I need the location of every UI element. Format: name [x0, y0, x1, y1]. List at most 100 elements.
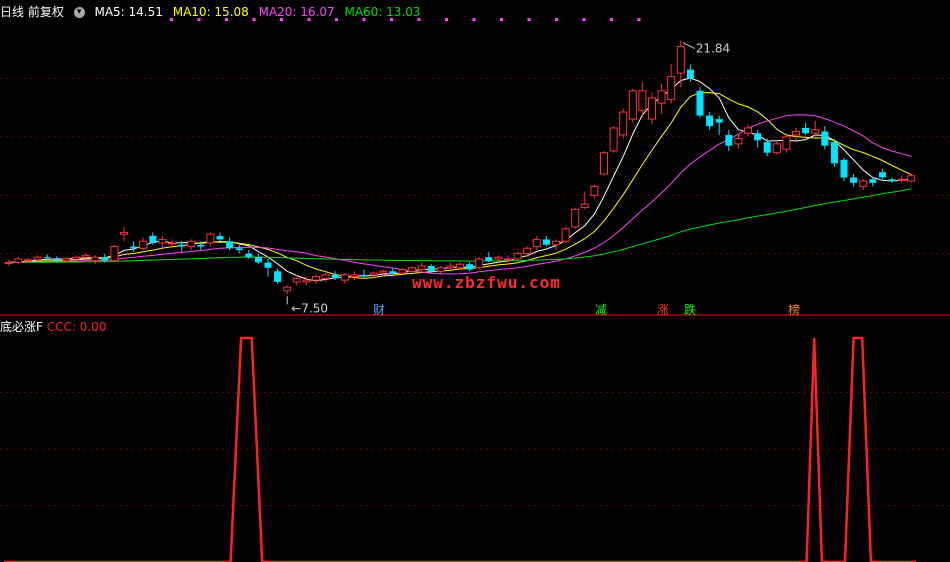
candle-body [494, 256, 503, 260]
candle-body [168, 242, 176, 245]
chevron-down-icon[interactable]: ▾ [73, 7, 85, 18]
high-annotation-label: 21.84 [696, 42, 730, 56]
candle-body [158, 238, 167, 244]
ma5-label: MA5: 14.51 [94, 5, 163, 19]
candle-body [456, 263, 464, 269]
candle-body [120, 231, 128, 235]
candle-body [600, 152, 608, 175]
candle-body [590, 185, 599, 196]
candle-body [744, 127, 752, 134]
candle-body [91, 256, 100, 262]
candle-body [840, 159, 848, 178]
candle-body [226, 241, 234, 249]
candle-body [81, 254, 90, 258]
candle-body [888, 179, 896, 182]
candle-body [101, 257, 109, 261]
indicator-header: 底必涨F CCC: 0.00 [0, 318, 106, 335]
candle-body [811, 129, 820, 134]
top-marker-dot [472, 18, 476, 21]
period-label[interactable]: 日线 前复权 [0, 5, 64, 19]
candle-body [821, 131, 829, 146]
top-marker-dot [582, 18, 586, 21]
candle-body [850, 177, 858, 183]
candle-body [552, 240, 560, 246]
candle-body [869, 179, 877, 183]
top-marker-dot [637, 18, 641, 21]
candle-body [734, 138, 743, 145]
candle-body [197, 244, 205, 247]
candle-body [696, 90, 704, 116]
candle-body [532, 238, 541, 248]
candle-body [245, 253, 253, 258]
candle-body [312, 276, 320, 281]
candle-body [763, 142, 771, 153]
candle-body [360, 274, 368, 277]
candle-body [676, 46, 685, 74]
candle-body [389, 271, 397, 274]
event-marker-finance[interactable]: 财 [371, 301, 387, 318]
candle-body [379, 270, 388, 274]
candle-body [475, 258, 484, 269]
main-chart-header: 日线 前复权 ▾ MA5: 14.51 MA10: 15.08 MA20: 16… [0, 3, 427, 20]
candle-body [264, 262, 272, 268]
candle-body [667, 76, 676, 101]
candle-body [754, 133, 762, 141]
ma10-label: MA10: 15.08 [172, 5, 249, 19]
candle-body [782, 136, 791, 150]
candle-body [302, 279, 311, 283]
ma-line-ma10 [8, 92, 912, 279]
candle-body [254, 257, 262, 263]
candle-body [772, 143, 781, 154]
event-marker-reduce[interactable]: 减 [593, 301, 609, 318]
candle-body [14, 258, 23, 263]
candle-body [686, 69, 694, 79]
candle-body [398, 269, 407, 274]
watermark: www.zbzfwu.com [412, 273, 561, 292]
candle-body [340, 274, 349, 281]
candle-body [561, 228, 570, 242]
candle-body [859, 180, 868, 187]
event-marker-limit-up[interactable]: 涨 [655, 301, 671, 318]
candle-body [830, 142, 838, 164]
candle-body [897, 178, 906, 181]
event-marker-limit-down[interactable]: 跌 [682, 301, 698, 318]
candle-body [369, 272, 378, 276]
candle-body [436, 267, 445, 272]
top-marker-dot [527, 18, 531, 21]
candle-body [350, 274, 359, 278]
candle-body [648, 97, 656, 120]
top-marker-dot [610, 18, 613, 21]
candle-body [523, 247, 532, 255]
top-marker-dot [555, 18, 558, 21]
candle-body [619, 111, 628, 136]
indicator-value: CCC: 0.00 [46, 320, 107, 334]
candle-body [571, 208, 580, 228]
candle-body [792, 130, 800, 136]
candle-body [72, 256, 80, 260]
candle-body [878, 172, 886, 178]
candle-body [466, 264, 474, 270]
candle-body [187, 240, 196, 248]
candle-body [706, 115, 714, 127]
ma20-label: MA20: 16.07 [258, 5, 335, 19]
candle-body [725, 135, 733, 146]
candle-body [274, 271, 282, 282]
candle-body [907, 175, 916, 182]
candle-body [110, 246, 119, 262]
candle-body [408, 267, 416, 272]
candle-body [130, 246, 138, 249]
candle-body [178, 244, 186, 247]
candle-body [417, 265, 426, 271]
candle-body [609, 127, 618, 152]
event-marker-list[interactable]: 榜 [786, 301, 802, 318]
ma-line-ma20 [8, 114, 912, 275]
candle-body [331, 274, 339, 279]
ma60-label: MA60: 13.03 [344, 5, 421, 19]
indicator-name[interactable]: 底必涨F [0, 320, 43, 334]
candle-body [24, 259, 32, 262]
candle-body [657, 90, 666, 104]
candle-body [283, 286, 292, 292]
candle-body [485, 257, 493, 261]
candle-body [321, 274, 330, 279]
top-marker-dot [445, 18, 448, 21]
